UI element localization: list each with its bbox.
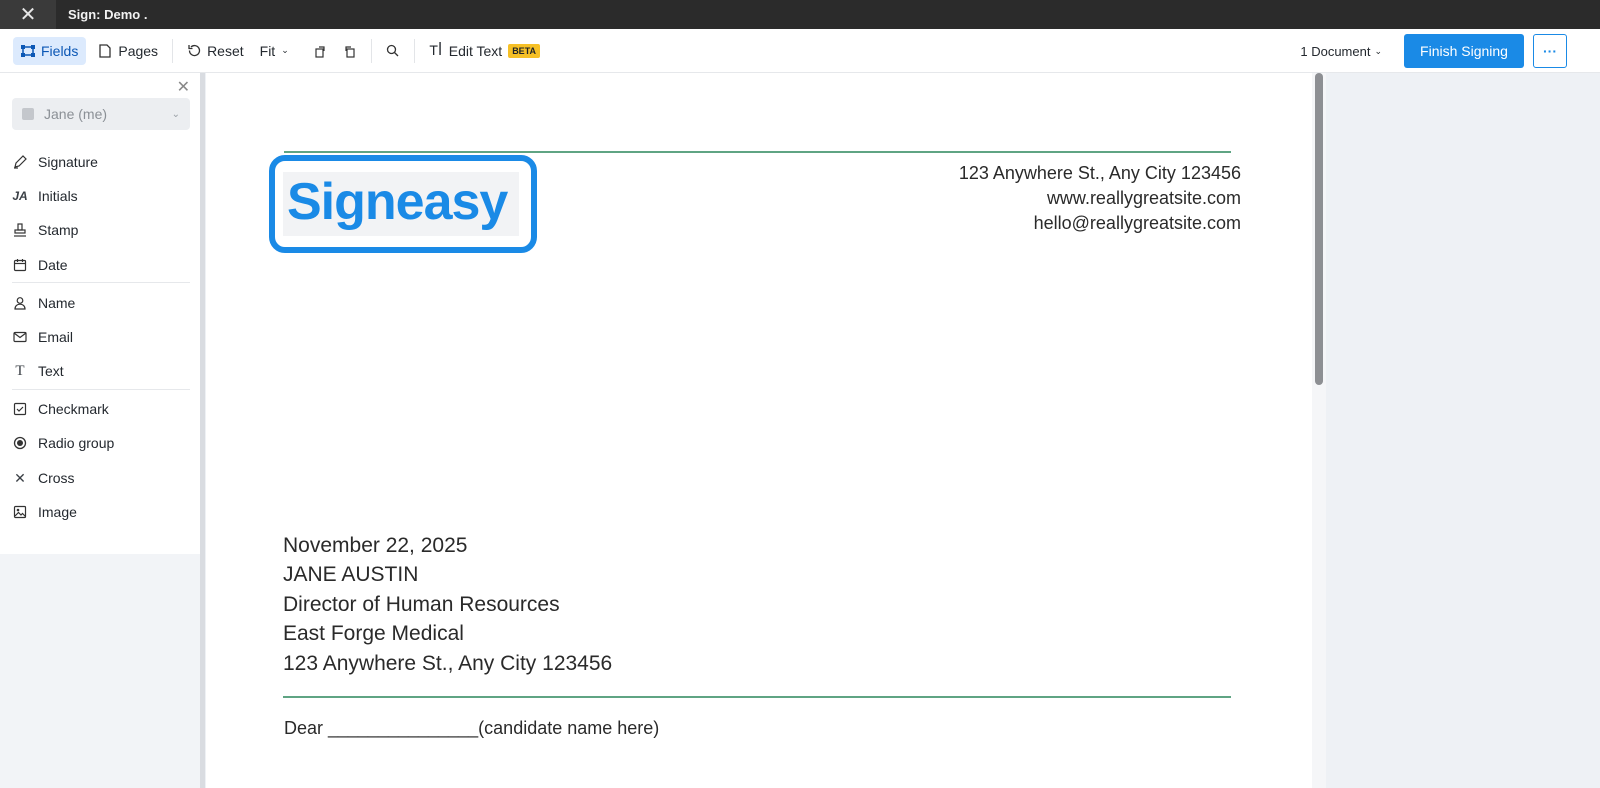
salutation: Dear _______________(candidate name here…: [284, 718, 660, 738]
pages-label: Pages: [118, 42, 159, 59]
fields-icon: [21, 44, 35, 58]
viewer-edge: [200, 73, 205, 788]
edit-text-button[interactable]: Tꟾ Edit Text BETA: [421, 37, 548, 65]
field-label: Date: [38, 257, 68, 273]
stamp-icon: [12, 222, 28, 238]
field-text[interactable]: T Text: [12, 361, 64, 381]
rotate-right-icon: [343, 44, 357, 58]
fields-button[interactable]: Fields: [13, 36, 87, 65]
chevron-down-icon: ⌄: [171, 108, 180, 120]
signer-name: Jane (me): [44, 106, 108, 122]
person-icon: [12, 295, 28, 311]
more-options-button[interactable]: ···: [1533, 34, 1567, 68]
reset-icon: [187, 44, 201, 58]
beta-badge: BETA: [508, 43, 541, 58]
field-label: Stamp: [38, 222, 79, 238]
chevron-down-icon: ⌄: [1374, 45, 1382, 56]
title-bar: ✕ Sign: Demo .: [0, 0, 1600, 29]
text-edit-icon: Tꟾ: [429, 42, 443, 58]
page-icon: [98, 43, 112, 58]
reset-button[interactable]: Reset: [179, 37, 252, 65]
search-button[interactable]: [378, 37, 408, 65]
radio-icon: [12, 435, 28, 451]
field-label: Initials: [38, 188, 78, 204]
field-checkmark[interactable]: Checkmark: [12, 399, 109, 419]
toolbar: Fields Pages Reset Fit ⌄ Tꟾ Edit Text BE…: [0, 29, 1600, 73]
toolbar-divider: [370, 38, 372, 63]
close-icon[interactable]: ✕: [177, 77, 190, 97]
field-label: Image: [38, 504, 77, 520]
field-initials[interactable]: JA Initials: [12, 186, 78, 206]
pen-icon: [12, 154, 28, 170]
fields-sidebar: ✕ Jane (me) ⌄ Signature JA Initials Stam…: [0, 73, 200, 788]
scrollbar[interactable]: [1312, 73, 1326, 788]
header-rule: [284, 151, 1231, 153]
window-title: Sign: Demo .: [68, 7, 148, 22]
search-icon: [386, 44, 400, 58]
company-logo: Signeasy: [283, 172, 520, 236]
edit-text-label: Edit Text: [448, 42, 503, 59]
field-radio-group[interactable]: Radio group: [12, 433, 114, 453]
recipient-name: JANE AUSTIN: [283, 563, 419, 586]
field-label: Checkmark: [38, 401, 109, 417]
field-divider: [12, 389, 190, 390]
sender-address: 123 Anywhere St., Any City 123456: [958, 163, 1241, 183]
field-cross[interactable]: ✕ Cross: [12, 468, 75, 488]
document-page[interactable]: Signeasy 123 Anywhere St., Any City 1234…: [206, 73, 1320, 788]
pages-button[interactable]: Pages: [90, 37, 166, 65]
recipient-address: 123 Anywhere St., Any City 123456: [283, 652, 613, 675]
text-icon: T: [15, 362, 25, 379]
rotate-left-icon: [313, 44, 327, 58]
reset-label: Reset: [207, 42, 244, 59]
sender-website: www.reallygreatsite.com: [1046, 188, 1241, 208]
field-date[interactable]: Date: [12, 255, 68, 275]
cross-icon: ✕: [14, 469, 26, 486]
recipient-title: Director of Human Resources: [283, 593, 560, 616]
checkbox-icon: [12, 401, 28, 417]
signer-select[interactable]: Jane (me) ⌄: [12, 98, 190, 130]
field-signature[interactable]: Signature: [12, 152, 98, 172]
field-label: Text: [38, 363, 64, 379]
fit-dropdown[interactable]: Fit ⌄: [252, 37, 297, 65]
field-label: Signature: [38, 154, 98, 170]
sender-email: hello@reallygreatsite.com: [1033, 213, 1241, 233]
rotate-right-button[interactable]: [335, 37, 365, 65]
field-image[interactable]: Image: [12, 502, 77, 522]
envelope-icon: [12, 329, 28, 345]
document-count: 1 Document: [1300, 43, 1371, 59]
logo-frame: Signeasy: [269, 155, 537, 253]
field-email[interactable]: Email: [12, 327, 73, 347]
calendar-icon: [12, 257, 28, 273]
field-label: Email: [38, 329, 74, 345]
fields-panel: ✕ Jane (me) ⌄ Signature JA Initials Stam…: [0, 73, 200, 554]
document-viewer: Signeasy 123 Anywhere St., Any City 1234…: [200, 73, 1600, 788]
body-rule: [283, 696, 1231, 698]
initials-icon: JA: [12, 189, 28, 203]
field-divider: [12, 282, 190, 283]
image-icon: [12, 504, 28, 520]
toolbar-divider: [413, 38, 415, 63]
fit-label: Fit: [259, 42, 276, 59]
close-icon[interactable]: ✕: [0, 0, 56, 29]
field-label: Radio group: [38, 435, 115, 451]
document-selector[interactable]: 1 Document ⌄: [1300, 44, 1382, 59]
field-stamp[interactable]: Stamp: [12, 220, 78, 240]
chevron-down-icon: ⌄: [281, 45, 289, 55]
scrollbar-thumb[interactable]: [1315, 73, 1323, 385]
field-label: Name: [38, 295, 76, 311]
toolbar-divider: [172, 38, 174, 63]
signer-color-swatch: [22, 108, 34, 120]
field-label: Cross: [38, 470, 75, 486]
finish-signing-button[interactable]: Finish Signing: [1404, 34, 1524, 68]
field-name[interactable]: Name: [12, 293, 75, 313]
rotate-left-button[interactable]: [305, 37, 335, 65]
letter-date: November 22, 2025: [283, 534, 468, 557]
recipient-company: East Forge Medical: [283, 622, 464, 645]
fields-label: Fields: [41, 42, 79, 59]
